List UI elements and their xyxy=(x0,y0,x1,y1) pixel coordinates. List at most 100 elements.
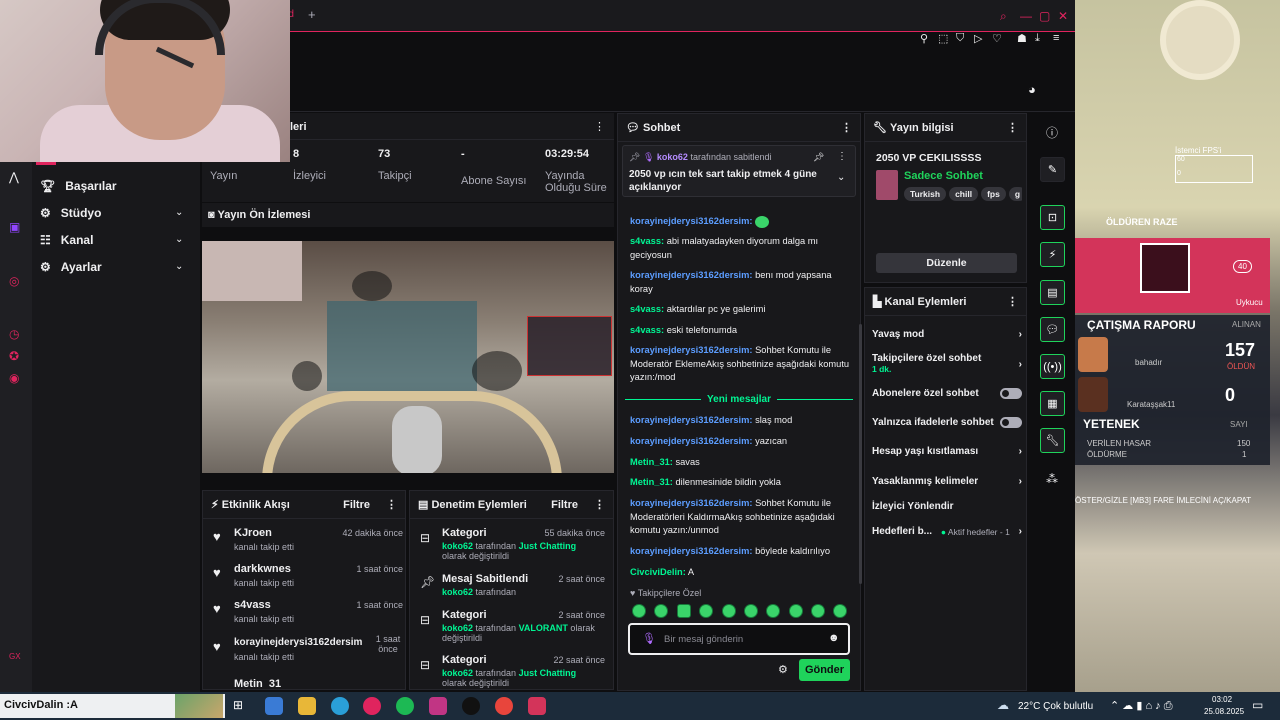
play-icon[interactable]: ▷ xyxy=(974,32,982,45)
chevron-down-icon[interactable]: ⌄ xyxy=(175,234,183,245)
tag[interactable]: fps xyxy=(981,187,1006,201)
pin-icon[interactable]: ⚲ xyxy=(920,32,928,45)
close-icon[interactable]: ✕ xyxy=(1058,9,1068,23)
stream-category[interactable]: Sadece Sohbet xyxy=(904,170,983,182)
tag[interactable]: g xyxy=(1008,187,1022,201)
obs-icon[interactable] xyxy=(462,697,480,715)
more-icon[interactable]: ⋮ xyxy=(594,120,605,133)
store-icon[interactable] xyxy=(265,697,283,715)
action-account-age[interactable]: Hesap yaşı kısıtlaması › xyxy=(872,446,1022,457)
chevron-down-icon[interactable]: ⌄ xyxy=(837,172,845,183)
shield-icon[interactable]: ⛉ xyxy=(956,32,964,45)
gx-icon[interactable]: GX xyxy=(9,652,21,661)
moderation-filter-button[interactable]: Filtre xyxy=(551,499,578,511)
edit-icon[interactable]: ✎ xyxy=(1040,157,1065,182)
radar-icon[interactable]: ◉ xyxy=(9,371,19,385)
chrome-icon[interactable] xyxy=(495,697,513,715)
new-tab-button[interactable]: + xyxy=(308,7,316,22)
clock-icon[interactable]: ◷ xyxy=(9,327,19,341)
notes-icon[interactable]: ▤ xyxy=(1040,280,1065,305)
emote-icon[interactable] xyxy=(654,604,668,618)
more-icon[interactable]: ⋮ xyxy=(1007,295,1018,308)
clip-icon[interactable]: ⊡ xyxy=(1040,205,1065,230)
logo-icon[interactable]: ⋀ xyxy=(9,170,19,184)
profile-icon[interactable]: ☗ xyxy=(1017,32,1027,45)
mic-icon[interactable]: 🎙︎ xyxy=(642,632,656,645)
tag[interactable]: chill xyxy=(949,187,979,201)
sidebar-item-settings[interactable]: ⚙ Ayarlar xyxy=(40,260,102,274)
info-icon[interactable]: ⓘ xyxy=(1046,124,1058,141)
more-icon[interactable]: ⋮ xyxy=(837,151,847,162)
valorant-icon[interactable] xyxy=(528,697,546,715)
emote-icon[interactable] xyxy=(811,604,825,618)
clock-date[interactable]: 25.08.2025 xyxy=(1204,707,1244,716)
broadcast-icon[interactable]: ((•)) xyxy=(1040,354,1065,379)
edge-icon[interactable] xyxy=(331,697,349,715)
chat-input[interactable]: 🎙︎ Bir mesaj gönderin ☻ xyxy=(628,623,850,655)
instagram-icon[interactable] xyxy=(429,697,447,715)
more-icon[interactable]: ⋮ xyxy=(386,498,397,511)
more-icon[interactable]: ⋮ xyxy=(1007,121,1018,134)
emote-icon[interactable] xyxy=(833,604,847,618)
download-icon[interactable]: ⤓ xyxy=(1035,32,1040,45)
stream-preview[interactable] xyxy=(202,241,614,473)
gear-icon[interactable]: ⚙ xyxy=(778,663,788,676)
weather-text[interactable]: 22°C Çok bulutlu xyxy=(1018,701,1093,712)
folder-icon[interactable] xyxy=(298,697,316,715)
sidebar-item-studio[interactable]: ⚙ Stüdyo xyxy=(40,206,101,220)
emote-icon[interactable] xyxy=(744,604,758,618)
emote-icon[interactable] xyxy=(722,604,736,618)
layout-icon[interactable]: ▦ xyxy=(1040,391,1065,416)
settings-dots-icon[interactable]: ⁂ xyxy=(1046,472,1058,486)
chevron-down-icon[interactable]: ⌄ xyxy=(175,207,183,218)
action-banned-words[interactable]: Yasaklanmış kelimeler › xyxy=(872,476,1022,487)
pinned-message[interactable]: 📌︎ 🎙︎ koko62 tarafından sabitlendi 📌︎ ⋮ … xyxy=(622,145,856,197)
chevron-down-icon[interactable]: ⌄ xyxy=(175,261,183,272)
taskbar-user-card[interactable]: CivcivDalin :A xyxy=(0,694,225,718)
tray-icons[interactable]: ⌃ ☁ ▮ ⌂ ♪ ⎙ xyxy=(1110,699,1173,713)
action-subscribers-only[interactable]: Abonelere özel sohbet xyxy=(872,388,1022,399)
emote-icon[interactable] xyxy=(632,604,646,618)
edit-button[interactable]: Düzenle xyxy=(876,253,1017,273)
emote-icon[interactable] xyxy=(789,604,803,618)
screenshot-icon[interactable]: ⬚ xyxy=(938,32,948,45)
action-followers-only[interactable]: Takipçilere özel sohbet 1 dk. › xyxy=(872,353,1022,375)
bolt-icon[interactable]: ⚡︎ xyxy=(1040,242,1065,267)
minimize-icon[interactable]: — xyxy=(1020,9,1032,23)
maximize-icon[interactable]: ▢ xyxy=(1039,9,1050,23)
more-icon[interactable]: ⋮ xyxy=(841,121,852,134)
emote-only-toggle[interactable] xyxy=(1000,417,1022,428)
emoji-icon[interactable]: ☻ xyxy=(828,632,840,644)
notification-icon[interactable]: ▭ xyxy=(1252,698,1263,712)
action-raid[interactable]: İzleyici Yönlendir xyxy=(872,501,1022,512)
task-view-icon[interactable]: ⊞ xyxy=(233,698,243,712)
send-button[interactable]: Gönder xyxy=(799,659,850,681)
chat-icon[interactable]: 💬︎ xyxy=(1040,317,1065,342)
rocket-icon[interactable]: ✪ xyxy=(9,349,19,363)
action-goals[interactable]: Hedefleri b... ● Aktif hedefler - 1 › xyxy=(872,526,1022,537)
twitch-icon[interactable]: ▣ xyxy=(9,220,20,234)
avatar[interactable]: ◕ xyxy=(1028,82,1036,97)
target-icon[interactable]: ◎ xyxy=(9,274,19,288)
emote-icon[interactable] xyxy=(699,604,713,618)
emote-icon[interactable] xyxy=(766,604,780,618)
action-emote-only[interactable]: Yalnızca ifadelerle sohbet xyxy=(872,417,1022,428)
new-messages-divider[interactable]: Yeni mesajlar xyxy=(625,392,853,406)
wrench-icon[interactable]: 🔧︎ xyxy=(1040,428,1065,453)
subscribers-only-toggle[interactable] xyxy=(1000,388,1022,399)
opera-gx-icon[interactable] xyxy=(363,697,381,715)
more-icon[interactable]: ⋮ xyxy=(594,498,605,511)
search-icon[interactable]: ⌕ xyxy=(1000,9,1007,24)
action-slow-mode[interactable]: Yavaş mod › xyxy=(872,329,1022,340)
clock-time[interactable]: 03:02 xyxy=(1212,695,1232,704)
emote-icon[interactable] xyxy=(677,604,691,618)
sidebar-item-channel[interactable]: ☷ Kanal xyxy=(40,233,93,247)
tag[interactable]: Turkish xyxy=(904,187,947,201)
spotify-icon[interactable] xyxy=(396,697,414,715)
heart-icon[interactable]: ♡ xyxy=(992,32,1002,45)
sidebar-item-achievements[interactable]: 🏆︎ Başarılar xyxy=(40,179,117,193)
menu-icon[interactable]: ≡ xyxy=(1053,32,1059,44)
chat-scrollbar[interactable] xyxy=(859,324,862,584)
activity-filter-button[interactable]: Filtre xyxy=(343,499,370,511)
unpin-icon[interactable]: 📌︎ xyxy=(813,152,824,163)
